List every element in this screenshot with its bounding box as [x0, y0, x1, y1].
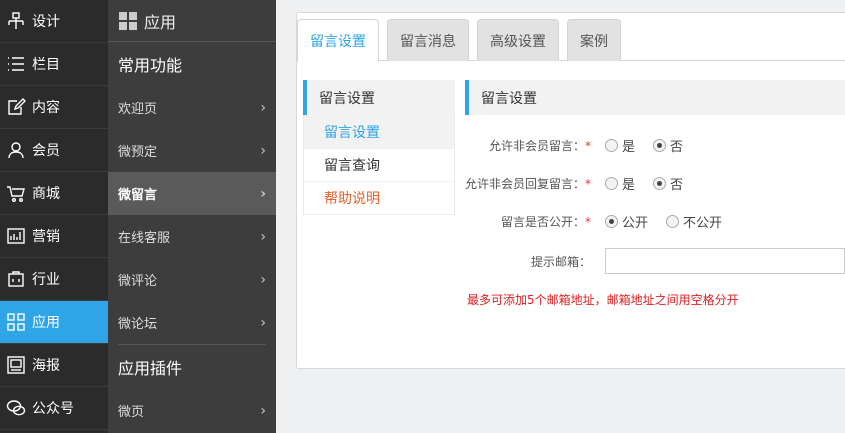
design-icon — [6, 11, 26, 31]
poster-icon — [6, 355, 26, 375]
sidebar-item-label: 微预定 — [118, 145, 158, 160]
radio-yes[interactable]: 是 — [605, 174, 635, 193]
row-allow-guest-reply: 允许非会员回复留言：* 是 否 — [465, 173, 845, 193]
rail-item-marketing[interactable]: 营销 — [0, 215, 108, 258]
chart-icon — [6, 226, 26, 246]
sub-nav: 留言设置 留言设置 留言查询 帮助说明 — [303, 80, 455, 215]
tab-message-list[interactable]: 留言消息 — [387, 19, 469, 61]
sidebar-item-message[interactable]: 微留言 › — [108, 172, 276, 215]
radio-circle[interactable] — [605, 176, 618, 190]
tab-cases[interactable]: 案例 — [567, 19, 621, 61]
tab-advanced[interactable]: 高级设置 — [477, 19, 559, 61]
radio-private[interactable]: 不公开 — [666, 212, 722, 231]
chevron-right-icon: › — [260, 314, 266, 331]
cart-icon — [6, 183, 26, 203]
rail-item-label: 设计 — [32, 14, 60, 30]
sidebar-item-label: 在线客服 — [118, 231, 171, 246]
sidebar-item-label: 微页 — [118, 405, 145, 420]
sidebar-group-common: 常用功能 — [118, 56, 183, 75]
radio-public[interactable]: 公开 — [605, 212, 648, 231]
sidebar-item-welcome[interactable]: 欢迎页 › — [108, 86, 276, 129]
sidebar-item-comment[interactable]: 微评论 › — [108, 258, 276, 301]
email-hint: 最多可添加5个邮箱地址，邮箱地址之间用空格分开 — [467, 293, 739, 307]
list-icon — [6, 54, 26, 74]
field-label: 留言是否公开：* — [500, 214, 591, 229]
chevron-right-icon: › — [260, 142, 266, 159]
apps-icon — [6, 312, 26, 332]
subnav-item-query[interactable]: 留言查询 — [304, 148, 454, 181]
rail-item-label: 海报 — [32, 358, 60, 374]
sidebar-header: 应用 — [108, 0, 276, 42]
sidebar-item-label: 微论坛 — [118, 317, 158, 332]
sidebar-item-label: 微评论 — [118, 274, 158, 289]
subnav-title: 留言设置 — [303, 80, 455, 115]
rail-item-content[interactable]: 内容 — [0, 86, 108, 129]
rail-item-design[interactable]: 设计 — [0, 0, 108, 43]
chevron-right-icon: › — [260, 402, 266, 419]
rail-item-industry[interactable]: 行业 — [0, 258, 108, 301]
section-title: 留言设置 — [465, 80, 845, 115]
chevron-right-icon: › — [260, 185, 266, 202]
rail-item-columns[interactable]: 栏目 — [0, 43, 108, 86]
radio-yes[interactable]: 是 — [605, 136, 635, 155]
radio-circle[interactable] — [666, 214, 680, 228]
settings-panel: 留言设置 留言消息 高级设置 案例 留言设置 留言设置 留言查询 帮助说明 留言… — [296, 12, 845, 369]
subnav-item-help[interactable]: 帮助说明 — [304, 181, 454, 214]
row-message-public: 留言是否公开：* 公开 不公开 — [465, 211, 845, 231]
subnav-item-settings[interactable]: 留言设置 — [304, 115, 454, 148]
rail-item-poster[interactable]: 海报 — [0, 344, 108, 387]
briefcase-icon — [6, 269, 26, 289]
chevron-right-icon: › — [260, 228, 266, 245]
rail-item-label: 栏目 — [32, 57, 60, 73]
sidebar-item-micropage[interactable]: 微页 › — [108, 389, 276, 432]
rail-item-label: 会员 — [32, 143, 60, 159]
rail-item-label: 行业 — [32, 272, 60, 288]
field-label: 允许非会员回复留言：* — [465, 176, 592, 191]
tab-bar: 留言设置 留言消息 高级设置 案例 — [297, 19, 845, 62]
user-icon — [6, 140, 26, 160]
rail-item-label: 商城 — [32, 186, 60, 202]
edit-icon — [6, 97, 26, 117]
main-rail: 设计 栏目 内容 会员 商城 营销 行业 应用 海报 公众号 — [0, 0, 108, 433]
radio-circle[interactable] — [605, 214, 618, 228]
sidebar-group-plugins: 应用插件 — [118, 359, 183, 378]
rail-item-label: 应用 — [32, 315, 60, 331]
field-label: 提示邮箱： — [530, 254, 591, 269]
main-area: 留言设置 留言消息 高级设置 案例 留言设置 留言设置 留言查询 帮助说明 留言… — [276, 0, 845, 433]
subnav-list: 留言设置 留言查询 帮助说明 — [303, 115, 455, 215]
radio-no[interactable]: 否 — [653, 136, 683, 155]
radio-circle[interactable] — [653, 176, 667, 190]
sidebar-item-booking[interactable]: 微预定 › — [108, 129, 276, 172]
sidebar-item-label: 微留言 — [118, 188, 158, 203]
wechat-icon — [6, 398, 26, 418]
app-sidebar: 应用 常用功能 欢迎页 › 微预定 › 微留言 › 在线客服 › 微评论 › 微论坛 › 应… — [108, 0, 276, 433]
radio-no[interactable]: 否 — [653, 174, 683, 193]
chevron-right-icon: › — [260, 271, 266, 288]
chevron-right-icon: › — [260, 99, 266, 116]
grid-icon — [118, 11, 138, 31]
tab-message-settings[interactable]: 留言设置 — [297, 19, 379, 62]
rail-item-apps[interactable]: 应用 — [0, 301, 108, 344]
row-email: 提示邮箱： — [465, 247, 845, 275]
sidebar-item-label: 欢迎页 — [118, 102, 158, 117]
rail-item-mall[interactable]: 商城 — [0, 172, 108, 215]
rail-item-label: 公众号 — [32, 401, 74, 417]
rail-item-label: 营销 — [32, 229, 60, 245]
row-allow-guest-message: 允许非会员留言：* 是 否 — [465, 135, 845, 155]
radio-circle[interactable] — [653, 138, 667, 152]
field-label: 允许非会员留言：* — [488, 138, 591, 153]
email-input[interactable] — [605, 248, 845, 274]
sidebar-item-forum[interactable]: 微论坛 › — [108, 301, 276, 344]
sidebar-title: 应用 — [144, 12, 177, 32]
rail-item-members[interactable]: 会员 — [0, 129, 108, 172]
radio-circle[interactable] — [605, 138, 618, 152]
sidebar-item-service[interactable]: 在线客服 › — [108, 215, 276, 258]
rail-item-wechat[interactable]: 公众号 — [0, 387, 108, 430]
rail-item-label: 内容 — [32, 100, 60, 116]
